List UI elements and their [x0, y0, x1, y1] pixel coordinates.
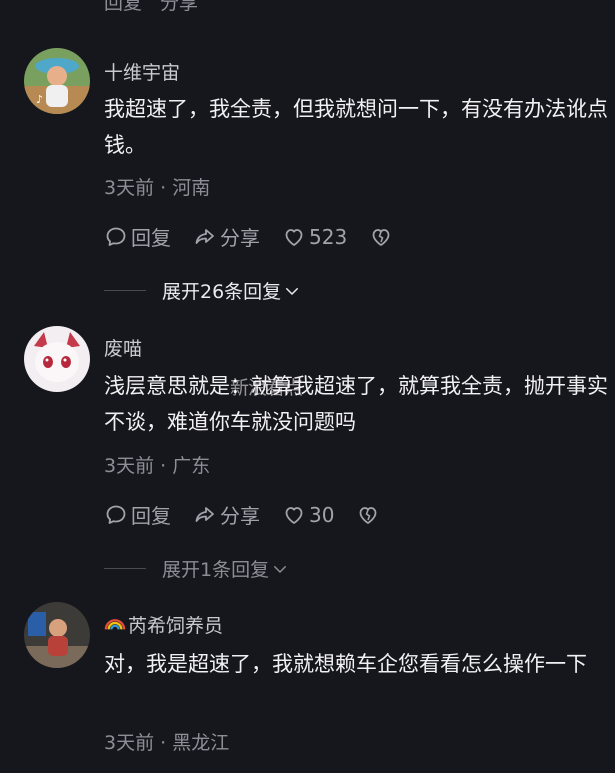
comment-meta: 3天前 · 黑龙江	[104, 732, 230, 754]
expand-replies-label: 展开26条回复	[162, 281, 282, 303]
divider-line	[104, 568, 146, 569]
expand-replies-label: 展开1条回复	[162, 559, 270, 581]
comment-bubble-icon	[106, 505, 126, 524]
broken-heart-icon	[360, 506, 377, 524]
heart-icon	[285, 506, 303, 524]
comment-bubble-icon	[106, 227, 126, 246]
share-arrow-icon	[195, 228, 214, 244]
partial-actions-row: 回复 分享	[104, 0, 198, 15]
svg-text:♪: ♪	[36, 93, 43, 106]
avatar[interactable]	[24, 602, 90, 668]
comment-text: 我超速了，我全责，但我就想问一下，有没有办法讹点钱。	[104, 97, 608, 157]
chevron-down-icon	[286, 287, 299, 295]
comment-meta: 3天前 · 广东	[104, 455, 211, 477]
username[interactable]: 十维宇宙	[104, 58, 180, 85]
divider-line	[104, 290, 146, 291]
share-button[interactable]: 分享	[193, 222, 260, 251]
reply-label: 回复	[131, 226, 171, 250]
share-button[interactable]: 分享	[193, 500, 260, 529]
dislike-button[interactable]	[369, 225, 396, 249]
dislike-button[interactable]	[356, 503, 383, 527]
share-label: 分享	[220, 226, 260, 250]
reply-label-partial[interactable]: 回复	[104, 0, 142, 15]
username-text: 芮希饲养员	[128, 615, 224, 637]
reply-label: 回复	[131, 504, 171, 528]
like-count: 30	[309, 502, 335, 527]
comment-meta: 3天前 · 河南	[104, 177, 211, 199]
watermark: 新浪看点	[230, 373, 380, 400]
share-arrow-icon	[195, 506, 214, 522]
like-button[interactable]: 523	[282, 225, 347, 249]
expand-replies-button[interactable]: 展开26条回复	[104, 277, 301, 304]
comment-text: 对，我是超速了，我就想赖车企您看看怎么操作一下	[104, 652, 587, 676]
username[interactable]: 废喵	[104, 334, 142, 361]
avatar[interactable]: ♪	[24, 48, 90, 114]
broken-heart-icon	[372, 228, 390, 246]
heart-icon	[285, 228, 303, 246]
like-count: 523	[309, 224, 348, 249]
watermark-text: 新浪看点	[230, 377, 303, 399]
share-label: 分享	[220, 504, 260, 528]
chevron-down-icon	[274, 565, 287, 573]
like-button[interactable]: 30	[282, 503, 334, 527]
rainbow-icon	[104, 619, 126, 630]
share-label-partial[interactable]: 分享	[160, 0, 198, 15]
comment-actions: 回复 分享 30	[104, 500, 405, 529]
username[interactable]: 芮希饲养员	[104, 611, 223, 638]
comment-actions: 回复 分享 523	[104, 222, 418, 251]
reply-button[interactable]: 回复	[104, 222, 171, 251]
expand-replies-button[interactable]: 展开1条回复	[104, 555, 289, 582]
avatar[interactable]	[24, 326, 90, 392]
reply-button[interactable]: 回复	[104, 500, 171, 529]
